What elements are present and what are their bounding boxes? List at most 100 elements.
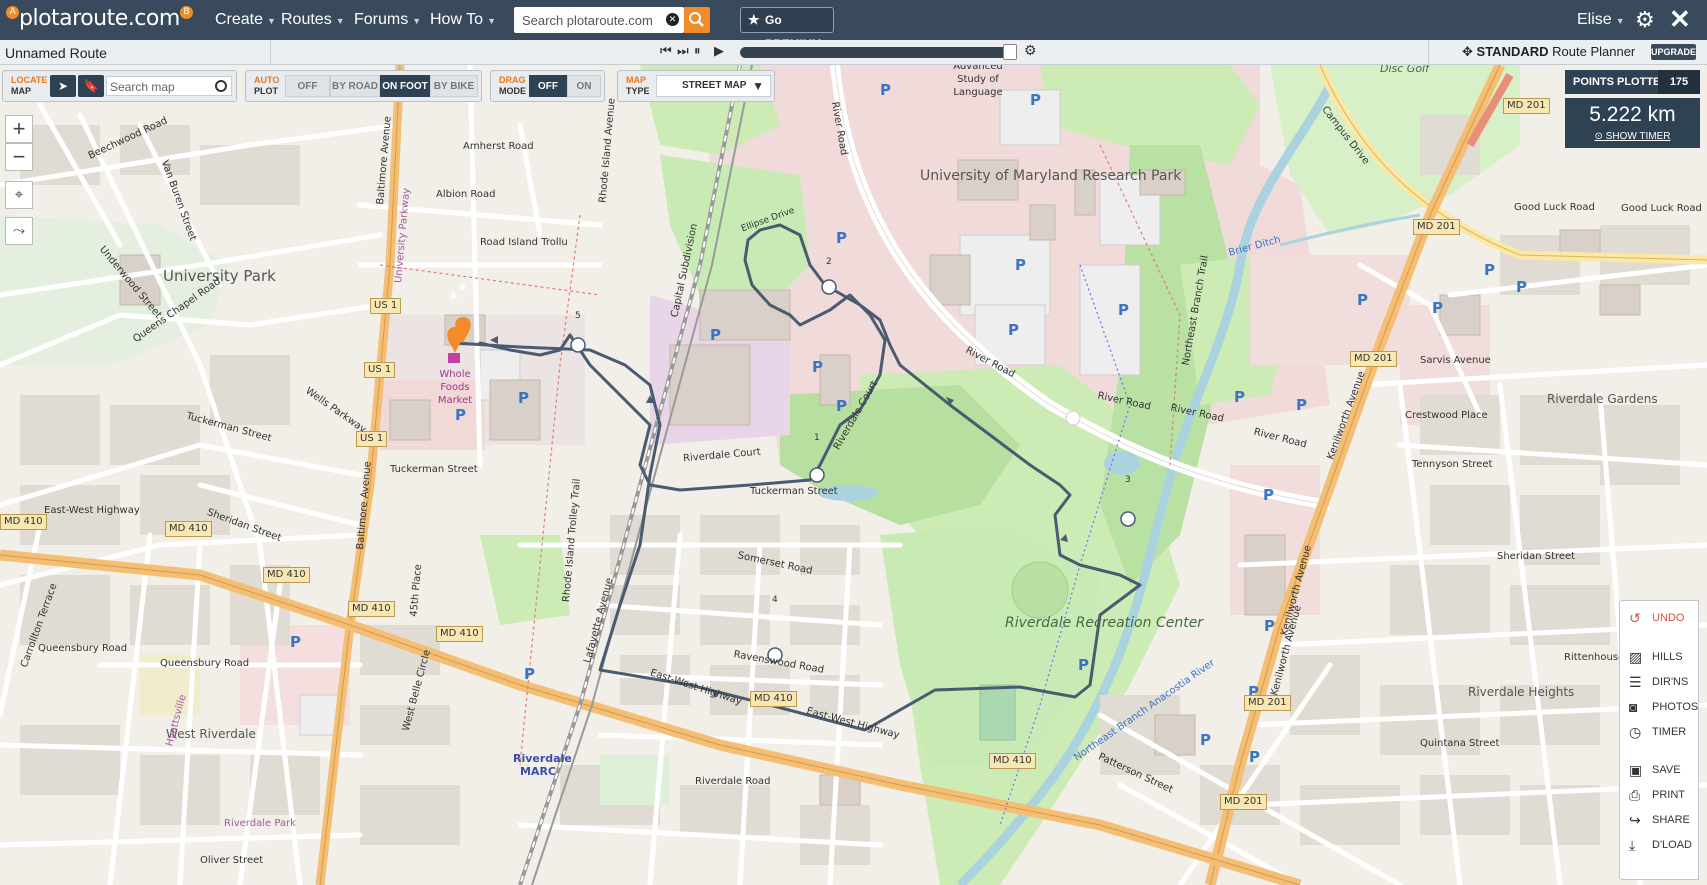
fullscreen-icon[interactable]: ✕ — [1669, 5, 1691, 33]
list-icon: ☰ — [1629, 674, 1642, 690]
svg-text:P: P — [710, 326, 721, 344]
playback-slider-handle[interactable] — [1003, 44, 1017, 60]
nav-forums[interactable]: Forums ▼ — [354, 11, 421, 29]
print-label: PRINT — [1652, 789, 1685, 801]
place-disc-golf: Disc Golf — [1380, 65, 1429, 75]
share-label: SHARE — [1652, 814, 1690, 826]
crosshair-icon: ✥ — [1462, 44, 1473, 59]
nav-forums-label: Forums — [354, 11, 409, 28]
locate-me-icon[interactable]: ➤ — [50, 75, 76, 97]
playback-settings-icon[interactable]: ⚙ — [1024, 42, 1037, 59]
auto-plot-by-bike[interactable]: BY BIKE — [430, 75, 478, 97]
auto-plot-off[interactable]: OFF — [285, 75, 330, 97]
map-type-select[interactable]: STREET MAP ▼ — [656, 75, 771, 97]
zoom-out-button[interactable]: − — [5, 143, 33, 171]
nav-routes-label: Routes — [281, 11, 332, 28]
timer-button[interactable]: ◷ TIMER — [1620, 721, 1700, 743]
shield-md201-a: MD 201 — [1503, 98, 1550, 114]
street-good-luck-1: Good Luck Road — [1514, 202, 1595, 213]
search-icon — [689, 12, 704, 27]
route-distance: 5.222 km — [1589, 103, 1676, 126]
drag-mode-off[interactable]: OFF — [529, 75, 567, 97]
map-type-value: STREET MAP — [682, 80, 747, 91]
photos-label: PHOTOS — [1652, 701, 1699, 713]
upgrade-button[interactable]: UPGRADE — [1651, 44, 1696, 60]
chevron-down-icon: ▼ — [487, 16, 496, 26]
drag-mode-on[interactable]: ON — [567, 75, 601, 97]
site-search: ✕ — [514, 7, 684, 33]
site-logo[interactable]: Aplotaroute.com B — [6, 6, 193, 34]
map-label-1: MAP — [626, 75, 646, 85]
route-tool-icon[interactable]: ⤳ — [5, 217, 33, 245]
zoom-in-button[interactable]: + — [5, 115, 33, 143]
nav-create[interactable]: Create ▼ — [215, 11, 276, 29]
map-pin-icon[interactable]: ⌖ — [5, 181, 33, 209]
play-icon[interactable]: ▶ — [714, 43, 724, 59]
route-marker-4[interactable]: 4 — [772, 595, 778, 605]
planner-label: Route Planner — [1552, 44, 1636, 59]
nav-routes[interactable]: Routes ▼ — [281, 11, 345, 29]
place-riverdale-marc: Riverdale MARC — [513, 752, 572, 778]
show-timer-label: SHOW TIMER — [1605, 131, 1671, 142]
svg-text:P: P — [1030, 91, 1041, 109]
street-queensbury-2: Queensbury Road — [160, 658, 250, 669]
shield-us1-a: US 1 — [370, 298, 402, 314]
site-search-input[interactable] — [522, 11, 657, 29]
place-riverdale-park: Riverdale Park — [224, 818, 296, 829]
chevron-down-icon: ▼ — [1615, 16, 1625, 26]
user-name: Elise — [1577, 11, 1612, 28]
playback-slider[interactable] — [740, 44, 1017, 60]
clear-map-search-icon[interactable] — [215, 80, 227, 92]
street-oliver: Oliver Street — [200, 855, 264, 866]
download-button[interactable]: ⤓ D'LOAD — [1620, 834, 1700, 856]
route-marker-5[interactable]: 5 — [575, 311, 581, 321]
svg-text:P: P — [1296, 396, 1307, 414]
nav-how-to[interactable]: How To ▼ — [430, 11, 496, 29]
route-marker-2[interactable]: 2 — [826, 257, 832, 267]
show-timer-link[interactable]: ⊙ SHOW TIMER — [1565, 131, 1700, 142]
gear-icon[interactable]: ⚙ — [1635, 8, 1655, 32]
step-forward-icon[interactable]: ⏭ — [677, 43, 689, 59]
place-umd-research-park: University of Maryland Research Park — [920, 168, 1181, 184]
planner-level-name: STANDARD — [1476, 44, 1549, 59]
share-button[interactable]: ↪ SHARE — [1620, 809, 1700, 831]
go-premium-button[interactable]: ★Go PREMIUM — [740, 7, 834, 51]
route-marker-3[interactable]: 3 — [1125, 475, 1131, 485]
save-button[interactable]: ▣ SAVE — [1620, 759, 1700, 781]
start-marker[interactable]: A — [450, 292, 457, 302]
photos-button[interactable]: ◙ PHOTOS — [1620, 696, 1700, 718]
points-plotted-label: POINTS PLOTTED — [1573, 76, 1669, 88]
logo-text: plotaroute.com — [19, 6, 180, 31]
map-search-input[interactable] — [110, 79, 210, 94]
auto-plot-by-road[interactable]: BY ROAD — [330, 75, 380, 97]
undo-button[interactable]: ↺ UNDO — [1620, 607, 1700, 629]
street-queensbury-1: Queensbury Road — [38, 643, 128, 654]
skip-back-icon[interactable]: ⏮ — [660, 43, 672, 59]
street-quintana: Quintana Street — [1420, 738, 1500, 749]
svg-text:P: P — [836, 397, 847, 415]
print-button[interactable]: ⎙ PRINT — [1620, 784, 1700, 806]
chevron-down-icon: ▼ — [752, 79, 764, 93]
search-button[interactable] — [684, 7, 710, 33]
svg-text:P: P — [1264, 617, 1275, 635]
hills-button[interactable]: ▨ HILLS — [1620, 646, 1700, 668]
auto-plot-group: AUTO PLOT OFF BY ROAD ON FOOT BY BIKE — [245, 70, 482, 102]
directions-button[interactable]: ☰ DIR'NS — [1620, 671, 1700, 693]
svg-text:P: P — [1249, 748, 1260, 766]
shield-md201-b: MD 201 — [1413, 219, 1460, 235]
pause-icon[interactable]: ⏸ — [694, 43, 701, 59]
street-east-west-1: East-West Highway — [44, 505, 140, 516]
clear-search-icon[interactable]: ✕ — [666, 13, 679, 26]
undo-icon: ↺ — [1629, 610, 1641, 626]
bookmark-icon[interactable]: 🔖 — [78, 75, 104, 97]
street-map[interactable]: PPP PPP PPP PPP PPP PPP PPP PPP P 1 2 3 … — [0, 65, 1707, 885]
route-name[interactable]: Unnamed Route — [5, 45, 107, 61]
auto-plot-on-foot[interactable]: ON FOOT — [380, 75, 430, 97]
end-marker[interactable]: B — [459, 283, 466, 293]
route-marker-1[interactable]: 1 — [814, 433, 820, 443]
logo-a-icon: A — [6, 6, 19, 19]
clock-icon: ◷ — [1629, 724, 1642, 740]
top-navigation: Aplotaroute.com B Create ▼ Routes ▼ Forums ▼… — [0, 0, 1707, 51]
logo-b-icon: B — [179, 6, 193, 19]
user-menu[interactable]: Elise ▼ — [1577, 11, 1625, 29]
